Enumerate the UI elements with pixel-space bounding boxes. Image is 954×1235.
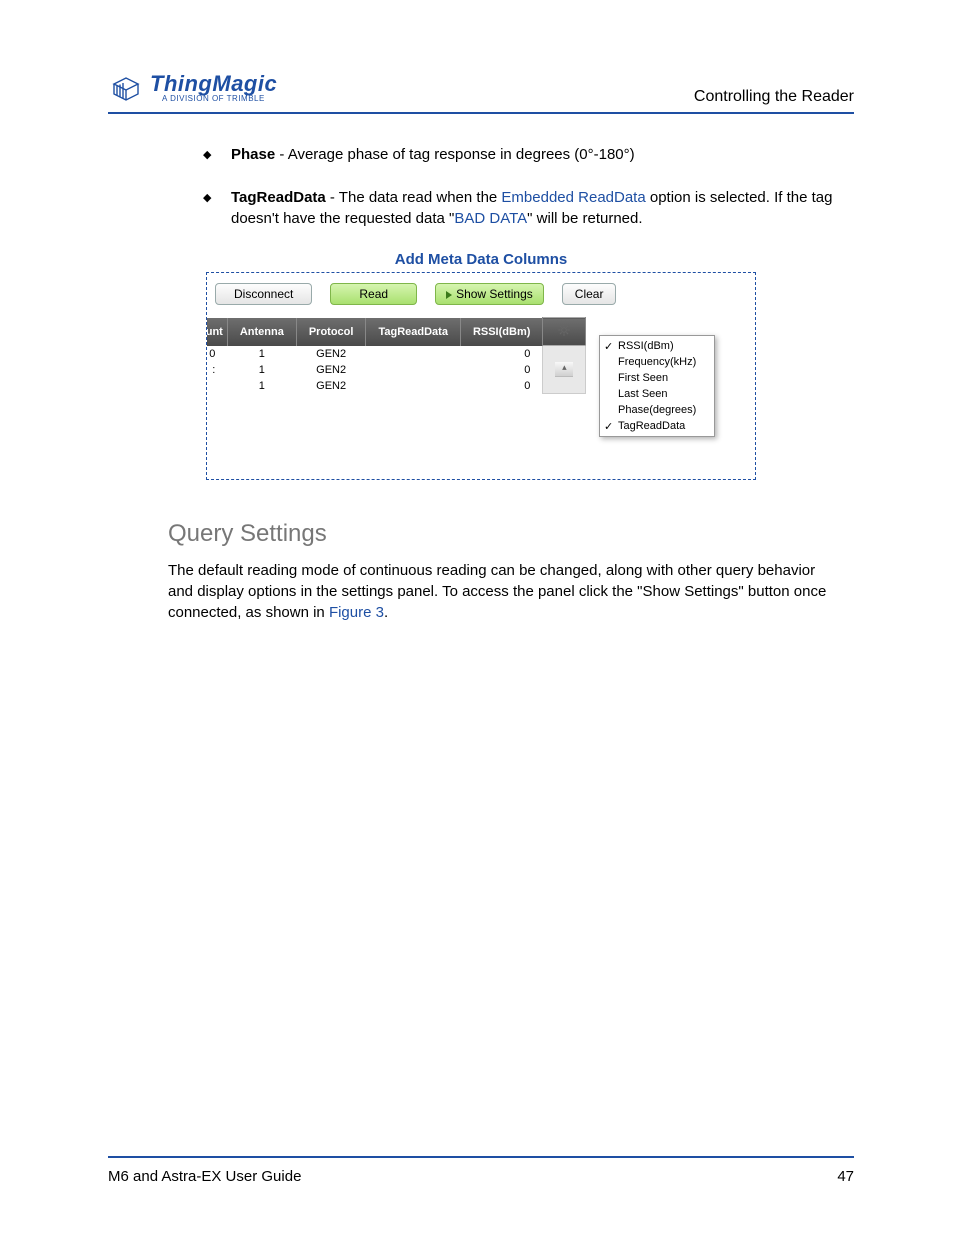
- cell-tagreaddata: [366, 378, 460, 394]
- table-row[interactable]: 1 GEN2 0: [206, 378, 586, 394]
- menu-label: First Seen: [618, 372, 668, 384]
- cell-rssi: 0: [460, 362, 542, 378]
- scrollbar[interactable]: ▴: [543, 346, 586, 394]
- check-icon: ✓: [604, 340, 613, 353]
- cell-tagreaddata: [366, 362, 460, 378]
- show-settings-button[interactable]: Show Settings: [435, 283, 544, 305]
- show-settings-label: Show Settings: [456, 287, 533, 301]
- bullet-text: - The data read when the: [326, 189, 502, 206]
- table-header-row: ount Antenna Protocol TagReadData RSSI(d…: [206, 318, 586, 346]
- check-icon: ✓: [604, 420, 613, 433]
- col-count[interactable]: ount: [206, 318, 227, 346]
- menu-label: Frequency(kHz): [618, 356, 696, 368]
- menu-label: Last Seen: [618, 388, 668, 400]
- menu-label: Phase(degrees): [618, 404, 696, 416]
- page-footer: M6 and Astra-EX User Guide 47: [108, 1156, 854, 1185]
- menu-item-firstseen[interactable]: First Seen: [600, 370, 714, 386]
- col-protocol[interactable]: Protocol: [296, 318, 366, 346]
- cell-antenna: 1: [227, 346, 296, 362]
- figure-caption: Add Meta Data Columns: [108, 251, 854, 268]
- disconnect-button[interactable]: Disconnect: [215, 283, 312, 305]
- toolbar: Disconnect Read Show Settings Clear: [206, 279, 755, 317]
- bullet-term: Phase: [231, 146, 275, 163]
- bullet-tagreaddata: ◆ TagReadData - The data read when the E…: [203, 187, 844, 229]
- col-tagreaddata[interactable]: TagReadData: [366, 318, 460, 346]
- col-antenna[interactable]: Antenna: [227, 318, 296, 346]
- footer-doc-title: M6 and Astra-EX User Guide: [108, 1168, 301, 1185]
- logo-title: ThingMagic: [150, 73, 277, 95]
- logo-icon: [108, 70, 144, 106]
- cell-tagreaddata: [366, 346, 460, 362]
- table-row[interactable]: 0 1 GEN2 0 ▴: [206, 346, 586, 362]
- page-header: ThingMagic A DIVISION OF TRIMBLE Control…: [108, 70, 854, 114]
- table-row[interactable]: : 1 GEN2 0: [206, 362, 586, 378]
- section-paragraph: The default reading mode of continuous r…: [168, 560, 844, 623]
- cell-rssi: 0: [460, 346, 542, 362]
- bullet-desc: - Average phase of tag response in degre…: [275, 146, 634, 163]
- scroll-up-icon[interactable]: ▴: [555, 362, 573, 377]
- col-rssi[interactable]: RSSI(dBm): [460, 318, 542, 346]
- bullet-icon: ◆: [203, 191, 213, 229]
- cell-antenna: 1: [227, 378, 296, 394]
- clear-button[interactable]: Clear: [562, 283, 617, 305]
- logo: ThingMagic A DIVISION OF TRIMBLE: [108, 70, 277, 106]
- menu-label: TagReadData: [618, 420, 685, 432]
- section-heading-query-settings: Query Settings: [168, 520, 854, 548]
- cell-antenna: 1: [227, 362, 296, 378]
- cell-count: [206, 378, 227, 394]
- menu-label: RSSI(dBm): [618, 340, 674, 352]
- columns-gear-button[interactable]: [543, 318, 586, 346]
- cell-protocol: GEN2: [296, 346, 366, 362]
- results-table: ount Antenna Protocol TagReadData RSSI(d…: [206, 317, 586, 394]
- bullet-phase: ◆ Phase - Average phase of tag response …: [203, 144, 844, 165]
- bullet-term: TagReadData: [231, 189, 326, 206]
- cell-protocol: GEN2: [296, 362, 366, 378]
- play-icon: [446, 291, 452, 299]
- menu-item-tagreaddata[interactable]: ✓ TagReadData: [600, 418, 714, 434]
- para-text: The default reading mode of continuous r…: [168, 562, 826, 621]
- cell-count: 0: [206, 346, 227, 362]
- cell-rssi: 0: [460, 378, 542, 394]
- menu-item-lastseen[interactable]: Last Seen: [600, 386, 714, 402]
- menu-item-rssi[interactable]: ✓ RSSI(dBm): [600, 338, 714, 354]
- bullet-text: " will be returned.: [527, 210, 642, 227]
- link-figure-3[interactable]: Figure 3: [329, 604, 384, 621]
- bullet-icon: ◆: [203, 148, 213, 165]
- logo-subtitle: A DIVISION OF TRIMBLE: [162, 95, 277, 103]
- cell-count: :: [206, 362, 227, 378]
- gear-icon: [557, 323, 571, 337]
- read-button[interactable]: Read: [330, 283, 417, 305]
- header-section-title: Controlling the Reader: [694, 88, 854, 106]
- columns-dropdown: ✓ RSSI(dBm) Frequency(kHz) First Seen Las…: [599, 335, 715, 437]
- footer-page-number: 47: [837, 1168, 854, 1185]
- menu-item-frequency[interactable]: Frequency(kHz): [600, 354, 714, 370]
- para-text: .: [384, 604, 388, 621]
- menu-item-phase[interactable]: Phase(degrees): [600, 402, 714, 418]
- link-embedded-readdata[interactable]: Embedded ReadData: [501, 189, 645, 206]
- cell-protocol: GEN2: [296, 378, 366, 394]
- link-bad-data[interactable]: BAD DATA: [454, 210, 527, 227]
- figure-screenshot: Disconnect Read Show Settings Clear ount…: [206, 272, 756, 480]
